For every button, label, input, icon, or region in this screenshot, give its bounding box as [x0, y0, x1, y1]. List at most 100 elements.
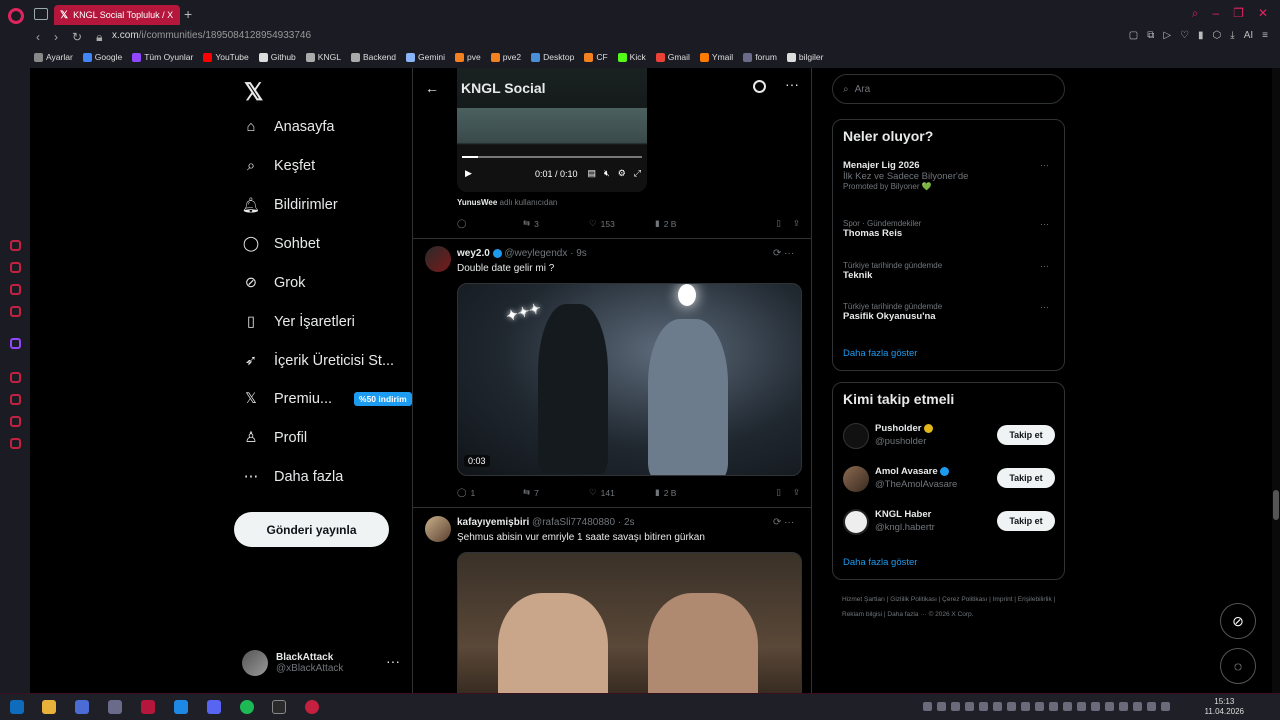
tray-icon[interactable]: [1021, 702, 1030, 711]
more-icon[interactable]: ···: [784, 248, 794, 259]
sidebar-app-icon[interactable]: [10, 240, 21, 251]
nav-item-x-logo[interactable]: 𝕏 Premiu... %50 indirim: [242, 390, 412, 408]
nav-item-search[interactable]: ⌕ Keşfet: [242, 157, 315, 175]
search-tabs-icon[interactable]: ⌕: [1192, 6, 1199, 21]
author-name[interactable]: wey2.0: [457, 248, 490, 259]
tray-icon[interactable]: [951, 702, 960, 711]
show-more-link[interactable]: Daha fazla göster: [843, 348, 917, 359]
like-button[interactable]: ♡ 141: [589, 487, 655, 498]
views-button[interactable]: ▮ 2 B: [655, 218, 721, 229]
scrollbar-thumb[interactable]: [1273, 490, 1279, 520]
history-icon[interactable]: [10, 394, 21, 405]
mute-icon[interactable]: 🔇︎: [604, 168, 610, 179]
grok-icon[interactable]: ⟳: [773, 248, 781, 259]
windows-start-icon[interactable]: [10, 700, 24, 714]
bookmark-pve2[interactable]: pve2: [490, 52, 521, 62]
captions-icon[interactable]: ▤: [588, 168, 597, 179]
bookmark-google[interactable]: Google: [82, 52, 122, 62]
nav-item-more-circle[interactable]: ⋯ Daha fazla: [242, 468, 344, 486]
workspaces-icon[interactable]: [34, 8, 48, 20]
nav-item-bookmark[interactable]: ▯ Yer İşaretleri: [242, 313, 355, 331]
twitch-icon[interactable]: [10, 338, 21, 349]
post-button[interactable]: Gönderi yayınla: [234, 512, 389, 547]
system-clock[interactable]: 15:13 11.04.2026: [1205, 697, 1244, 717]
author-handle[interactable]: @weylegendx: [504, 248, 567, 259]
file-explorer-icon[interactable]: [42, 700, 56, 714]
search-icon[interactable]: [753, 80, 766, 93]
settings-icon[interactable]: [10, 438, 21, 449]
messages-fab-icon[interactable]: ◌: [1220, 648, 1256, 684]
search-input[interactable]: ⌕ Ara: [832, 74, 1065, 104]
attribution-user[interactable]: YunusWee: [457, 198, 497, 207]
heart-icon[interactable]: ♡: [1180, 30, 1189, 41]
bookmark-ymail[interactable]: Ymail: [699, 52, 733, 62]
tray-icon[interactable]: [1105, 702, 1114, 711]
bookmark-desktop[interactable]: Desktop: [531, 52, 574, 62]
menu-icon[interactable]: ≡: [1262, 30, 1268, 41]
opera-taskbar-icon[interactable]: [141, 700, 155, 714]
bookmark-gmail[interactable]: Gmail: [655, 52, 690, 62]
tray-icon[interactable]: [1035, 702, 1044, 711]
bookmark-github[interactable]: Github: [258, 52, 296, 62]
trend-item[interactable]: Spor · Gündemdekiler Thomas Reis ···: [843, 219, 1053, 239]
terminal-icon[interactable]: [272, 700, 286, 714]
new-tab-button[interactable]: +: [184, 6, 192, 22]
more-icon[interactable]: ···: [785, 76, 799, 92]
tray-icon[interactable]: [937, 702, 946, 711]
bookmark-kngl[interactable]: KNGL: [305, 52, 341, 62]
app-icon[interactable]: [305, 700, 319, 714]
tray-icon[interactable]: [923, 702, 932, 711]
bookmark-pve[interactable]: pve: [454, 52, 481, 62]
tray-icon[interactable]: [965, 702, 974, 711]
tray-icon[interactable]: [1161, 702, 1170, 711]
tray-icon[interactable]: [1147, 702, 1156, 711]
address-bar[interactable]: x.com/i/communities/1895084128954933746: [112, 30, 311, 41]
spotify-icon[interactable]: [240, 700, 254, 714]
nav-item-profile[interactable]: ♙ Profil: [242, 429, 308, 447]
tray-icon[interactable]: [1077, 702, 1086, 711]
video-progress[interactable]: [462, 156, 642, 158]
bookmark-backend[interactable]: Backend: [350, 52, 396, 62]
bookmark-page-icon[interactable]: ▢: [1129, 30, 1138, 41]
repost-button[interactable]: ⇆ 7: [523, 487, 589, 498]
follow-button[interactable]: Takip et: [997, 425, 1055, 445]
author-name[interactable]: kafayıyemişbiri: [457, 517, 529, 528]
minimize-icon[interactable]: –: [1212, 6, 1219, 21]
tray-icon[interactable]: [1091, 702, 1100, 711]
follow-button[interactable]: Takip et: [997, 511, 1055, 531]
maximize-icon[interactable]: ❐: [1233, 6, 1244, 21]
tray-icon[interactable]: [1133, 702, 1142, 711]
share-icon[interactable]: ⇪: [793, 218, 800, 229]
tweet-time[interactable]: 2s: [624, 517, 635, 528]
more-icon[interactable]: ···: [1040, 160, 1049, 170]
follow-suggestion[interactable]: KNGL Haber @kngl.habertr Takip et: [843, 507, 1055, 537]
x-logo-icon[interactable]: 𝕏: [244, 78, 263, 107]
bookmark-icon[interactable]: ▯: [776, 218, 781, 229]
tweet-time[interactable]: 9s: [576, 248, 587, 259]
fullscreen-icon[interactable]: ⤢: [634, 168, 641, 179]
reload-icon[interactable]: ↻: [72, 30, 82, 45]
tray-icon[interactable]: [979, 702, 988, 711]
sidebar-app-icon[interactable]: [10, 416, 21, 427]
bookmark-cf[interactable]: CF: [584, 52, 608, 62]
tray-icon[interactable]: [993, 702, 1002, 711]
sidebar-app-icon[interactable]: [10, 262, 21, 273]
show-more-link[interactable]: Daha fazla göster: [843, 557, 917, 568]
avatar[interactable]: [425, 246, 451, 272]
bookmark-gemini[interactable]: Gemini: [406, 52, 445, 62]
more-icon[interactable]: ···: [1040, 261, 1049, 271]
trend-item[interactable]: Türkiye tarihinde gündemde Teknik ···: [843, 261, 1053, 281]
bookmark-t-m-oyunlar[interactable]: Tüm Oyunlar: [132, 52, 193, 62]
screenshot-icon[interactable]: ⧉: [1147, 30, 1154, 41]
close-icon[interactable]: ✕: [1258, 6, 1268, 21]
follow-suggestion[interactable]: Pusholder @pusholder Takip et: [843, 421, 1055, 451]
tray-icon[interactable]: [1007, 702, 1016, 711]
scrollbar[interactable]: [1272, 68, 1280, 693]
ai-button[interactable]: AI: [1244, 30, 1253, 41]
bookmark-ayarlar[interactable]: Ayarlar: [34, 52, 73, 62]
nav-item-bell[interactable]: 🔔︎ Bildirimler: [242, 196, 338, 214]
grok-icon[interactable]: ⟳: [773, 517, 781, 528]
stats-icon[interactable]: ▮: [1198, 30, 1204, 41]
grok-fab-icon[interactable]: ⊘: [1220, 603, 1256, 639]
forward-icon[interactable]: ›: [54, 30, 58, 45]
